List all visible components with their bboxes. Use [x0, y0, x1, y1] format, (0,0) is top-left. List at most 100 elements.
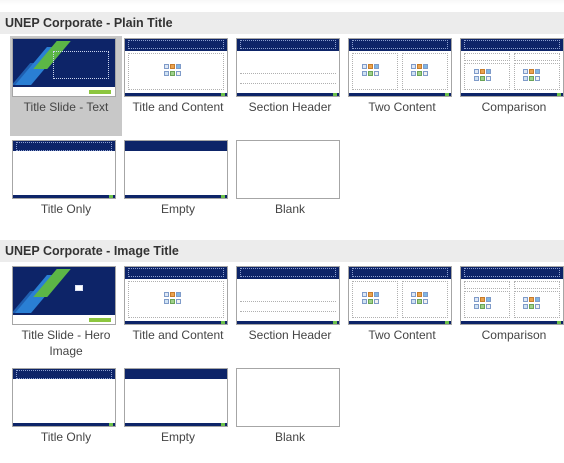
title-placeholder — [16, 370, 112, 379]
footer-band — [125, 93, 227, 96]
footer-band — [237, 321, 339, 324]
placeholder-icons — [362, 64, 388, 78]
footer-band — [349, 93, 451, 96]
title-band — [125, 369, 227, 379]
layout-thumbnail — [124, 266, 228, 325]
layout-thumbnail — [236, 266, 340, 325]
layout-thumbnail — [124, 38, 228, 97]
layout-label: Comparison — [481, 328, 547, 342]
layout-thumbnail — [460, 38, 564, 97]
layout-option-two-content[interactable]: Two Content — [346, 36, 458, 136]
layout-label: Two Content — [368, 328, 436, 342]
layout-label: Title and Content — [132, 100, 224, 114]
logo-mark — [557, 93, 561, 96]
layout-option-two-content[interactable]: Two Content — [346, 264, 458, 364]
section-header: UNEP Corporate - Image Title — [0, 240, 564, 262]
title-placeholder — [464, 268, 560, 277]
heading-placeholder-right — [514, 281, 560, 289]
title-placeholder — [352, 40, 448, 49]
layout-option-section-header[interactable]: Section Header — [234, 264, 346, 364]
layout-option-comparison[interactable]: Comparison — [458, 36, 564, 136]
layout-label: Title Only — [40, 430, 92, 444]
title-placeholder — [128, 40, 224, 49]
layout-thumbnail — [12, 38, 116, 97]
footer-band — [13, 423, 115, 426]
layout-thumbnail — [236, 140, 340, 199]
title-placeholder — [16, 142, 112, 151]
layout-section-plain-title: UNEP Corporate - Plain Title — [0, 12, 564, 34]
title-placeholder — [464, 40, 560, 49]
layout-thumbnail — [12, 368, 116, 427]
footer-band — [13, 195, 115, 198]
logo-mark — [221, 195, 225, 198]
title-placeholder — [240, 40, 336, 49]
footer-band — [349, 321, 451, 324]
layout-section-image-title: UNEP Corporate - Image Title — [0, 240, 564, 262]
layout-thumbnail — [460, 266, 564, 325]
title-placeholder — [53, 51, 109, 79]
logo-mark — [333, 93, 337, 96]
title-placeholder — [240, 268, 336, 277]
layout-option-title-slide[interactable]: Title Slide - Text — [10, 36, 122, 136]
placeholder-icons — [164, 292, 190, 306]
placeholder-icons — [474, 297, 500, 311]
layout-option-title-only[interactable]: Title Only — [10, 366, 122, 448]
heading-placeholder-left — [464, 281, 510, 289]
placeholder-icons — [411, 64, 437, 78]
layout-label: Two Content — [368, 100, 436, 114]
layout-label: Section Header — [248, 328, 332, 342]
layout-label: Empty — [160, 202, 195, 216]
placeholder-icons — [523, 69, 549, 83]
layout-label: Empty — [160, 430, 195, 444]
placeholder-icons — [164, 64, 190, 78]
layout-label: Title Slide - Hero Image — [21, 328, 111, 358]
section-divider — [240, 311, 336, 312]
logo-mark — [221, 93, 225, 96]
layout-thumbnail — [124, 140, 228, 199]
placeholder-icons — [362, 292, 388, 306]
title-placeholder — [128, 268, 224, 277]
layout-option-empty[interactable]: Empty — [122, 138, 234, 220]
footer-band — [125, 423, 227, 426]
section-divider — [240, 301, 336, 302]
footer-band — [237, 93, 339, 96]
logo-mark — [109, 195, 113, 198]
logo-mark — [445, 321, 449, 324]
layout-thumbnail — [236, 368, 340, 427]
unep-logo — [89, 318, 111, 322]
footer-band — [125, 195, 227, 198]
section-divider — [240, 73, 336, 74]
layout-option-title-slide-hero[interactable]: Title Slide - Hero Image — [10, 264, 122, 364]
heading-placeholder-right — [514, 53, 560, 61]
layout-option-title-content[interactable]: Title and Content — [122, 264, 234, 364]
layout-option-title-content[interactable]: Title and Content — [122, 36, 234, 136]
layout-thumbnail — [124, 368, 228, 427]
layout-option-comparison[interactable]: Comparison — [458, 264, 564, 364]
title-placeholder — [352, 268, 448, 277]
layout-label: Title Slide - Text — [23, 100, 109, 114]
heading-placeholder-left — [464, 53, 510, 61]
section-divider — [240, 83, 336, 84]
layout-thumbnail — [12, 140, 116, 199]
logo-mark — [221, 423, 225, 426]
title-band — [125, 141, 227, 151]
layout-option-title-only[interactable]: Title Only — [10, 138, 122, 220]
layout-thumbnail — [348, 38, 452, 97]
unep-logo — [89, 90, 111, 94]
layout-option-empty[interactable]: Empty — [122, 366, 234, 448]
logo-mark — [557, 321, 561, 324]
logo-mark — [333, 321, 337, 324]
layout-label: Blank — [274, 430, 306, 444]
layout-label: Title Only — [40, 202, 92, 216]
layout-option-blank[interactable]: Blank — [234, 366, 346, 448]
placeholder-icons — [474, 69, 500, 83]
layout-option-blank[interactable]: Blank — [234, 138, 346, 220]
layout-label: Comparison — [481, 100, 547, 114]
layout-thumbnail — [236, 38, 340, 97]
footer-band — [125, 321, 227, 324]
footer-band — [461, 321, 563, 324]
logo-mark — [109, 423, 113, 426]
layout-option-section-header[interactable]: Section Header — [234, 36, 346, 136]
layout-thumbnail — [12, 266, 116, 325]
layout-thumbnail — [348, 266, 452, 325]
